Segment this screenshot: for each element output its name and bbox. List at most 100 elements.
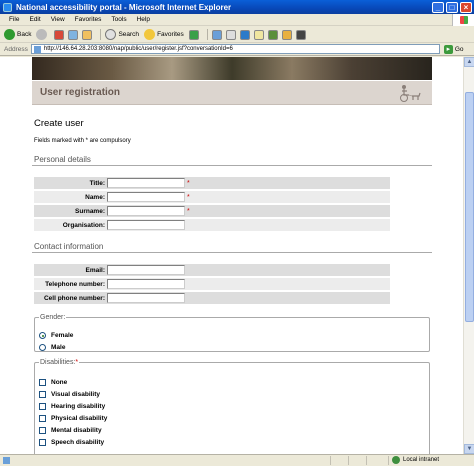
disabilities-fieldset: Disabilities:* None Visual disability He…	[34, 359, 430, 454]
windows-logo-icon	[452, 14, 474, 26]
toolbar: Back Search Favorites	[0, 27, 474, 43]
disability-option-speech[interactable]: Speech disability	[39, 439, 104, 446]
scrollbar-thumb[interactable]	[465, 92, 474, 322]
minimize-button[interactable]: _	[432, 1, 444, 13]
mail-icon[interactable]	[211, 29, 222, 40]
gender-fieldset: Gender: Female Male	[34, 314, 430, 352]
required-marker: *	[75, 359, 79, 366]
toolbar-extra-icon[interactable]	[295, 29, 306, 40]
discuss-icon[interactable]	[253, 29, 264, 40]
security-zone: Local intranet	[392, 456, 439, 464]
media-icon[interactable]	[188, 29, 199, 40]
wheelchair-dog-icon	[400, 85, 421, 102]
cellphone-label: Cell phone number:	[43, 294, 105, 302]
messenger-icon[interactable]	[267, 29, 278, 40]
section-divider	[32, 252, 432, 253]
status-divider	[366, 456, 367, 465]
edit-icon[interactable]	[239, 29, 250, 40]
speech-checkbox[interactable]	[39, 439, 46, 446]
disability-option-none[interactable]: None	[39, 379, 67, 386]
toolbar-separator	[206, 29, 208, 40]
name-label: Name:	[85, 193, 105, 201]
status-divider	[348, 456, 349, 465]
intranet-globe-icon	[392, 456, 400, 464]
gender-option-female[interactable]: Female	[39, 332, 73, 339]
refresh-icon[interactable]	[68, 29, 79, 40]
hearing-label: Hearing disability	[51, 403, 106, 410]
speech-label: Speech disability	[51, 439, 105, 446]
physical-label: Physical disability	[51, 415, 108, 422]
go-button[interactable]: Go	[455, 46, 464, 53]
search-label: Search	[118, 31, 140, 38]
mental-checkbox[interactable]	[39, 427, 46, 434]
menu-tools[interactable]: Tools	[111, 16, 126, 23]
telephone-input[interactable]	[107, 279, 185, 289]
female-label: Female	[51, 332, 74, 339]
scroll-up-arrow-icon[interactable]: ▲	[464, 57, 474, 67]
disability-option-visual[interactable]: Visual disability	[39, 391, 100, 398]
menu-view[interactable]: View	[51, 16, 65, 23]
section-divider	[32, 165, 432, 166]
menu-favorites[interactable]: Favorites	[75, 16, 102, 23]
menu-file[interactable]: File	[9, 16, 19, 23]
title-input[interactable]	[107, 178, 185, 188]
organisation-label: Organisation:	[62, 221, 105, 229]
stop-icon[interactable]	[54, 29, 65, 40]
visual-checkbox[interactable]	[39, 391, 46, 398]
title-row: Title: *	[34, 177, 390, 189]
forward-button[interactable]	[36, 29, 49, 40]
gender-option-male[interactable]: Male	[39, 344, 65, 351]
none-checkbox[interactable]	[39, 379, 46, 386]
compulsory-note: Fields marked with * are compulsory	[34, 138, 131, 144]
email-label: Email:	[85, 266, 105, 274]
page-content: User registration Create user Fields mar…	[32, 57, 432, 454]
page-viewport: User registration Create user Fields mar…	[0, 57, 463, 454]
male-radio[interactable]	[39, 344, 46, 351]
favorites-button[interactable]: Favorites	[144, 29, 184, 40]
disabilities-legend-text: Disabilities:	[40, 359, 76, 366]
status-bar: Local intranet	[0, 454, 474, 466]
male-label: Male	[51, 344, 66, 351]
name-row: Name: *	[34, 191, 390, 203]
scroll-down-arrow-icon[interactable]: ▼	[464, 444, 474, 454]
contact-info-heading: Contact information	[34, 242, 104, 251]
required-marker: *	[187, 207, 190, 215]
female-radio[interactable]	[39, 332, 46, 339]
email-input[interactable]	[107, 265, 185, 275]
address-input[interactable]: http://146.64.28.203:8080/nap/public/use…	[30, 44, 440, 54]
home-icon[interactable]	[82, 29, 93, 40]
back-button[interactable]: Back	[4, 29, 31, 40]
name-input[interactable]	[107, 192, 185, 202]
cellphone-row: Cell phone number:	[34, 292, 390, 304]
search-button[interactable]: Search	[105, 29, 139, 40]
hearing-checkbox[interactable]	[39, 403, 46, 410]
cellphone-input[interactable]	[107, 293, 185, 303]
disability-option-hearing[interactable]: Hearing disability	[39, 403, 105, 410]
menu-help[interactable]: Help	[137, 16, 150, 23]
close-button[interactable]: ×	[460, 1, 472, 13]
header-banner-image	[32, 57, 432, 80]
window-titlebar: National accessibility portal - Microsof…	[0, 0, 474, 14]
physical-checkbox[interactable]	[39, 415, 46, 422]
page-done-icon	[3, 457, 10, 464]
surname-row: Surname: *	[34, 205, 390, 217]
required-marker: *	[187, 179, 190, 187]
address-bar: Address http://146.64.28.203:8080/nap/pu…	[0, 43, 474, 56]
print-icon[interactable]	[225, 29, 236, 40]
personal-details-heading: Personal details	[34, 155, 91, 164]
title-label: Title:	[89, 179, 105, 187]
disability-option-mental[interactable]: Mental disability	[39, 427, 102, 434]
go-arrow-icon[interactable]: ▸	[443, 44, 453, 54]
vertical-scrollbar[interactable]: ▲ ▼	[463, 57, 474, 454]
back-arrow-icon	[4, 29, 15, 40]
required-marker: *	[187, 193, 190, 201]
none-label: None	[51, 379, 68, 386]
maximize-button[interactable]: □	[446, 1, 458, 13]
disability-option-physical[interactable]: Physical disability	[39, 415, 107, 422]
research-icon[interactable]	[281, 29, 292, 40]
surname-input[interactable]	[107, 206, 185, 216]
menu-edit[interactable]: Edit	[29, 16, 40, 23]
menu-bar: File Edit View Favorites Tools Help	[0, 14, 474, 26]
page-icon	[33, 45, 41, 53]
organisation-input[interactable]	[107, 220, 185, 230]
